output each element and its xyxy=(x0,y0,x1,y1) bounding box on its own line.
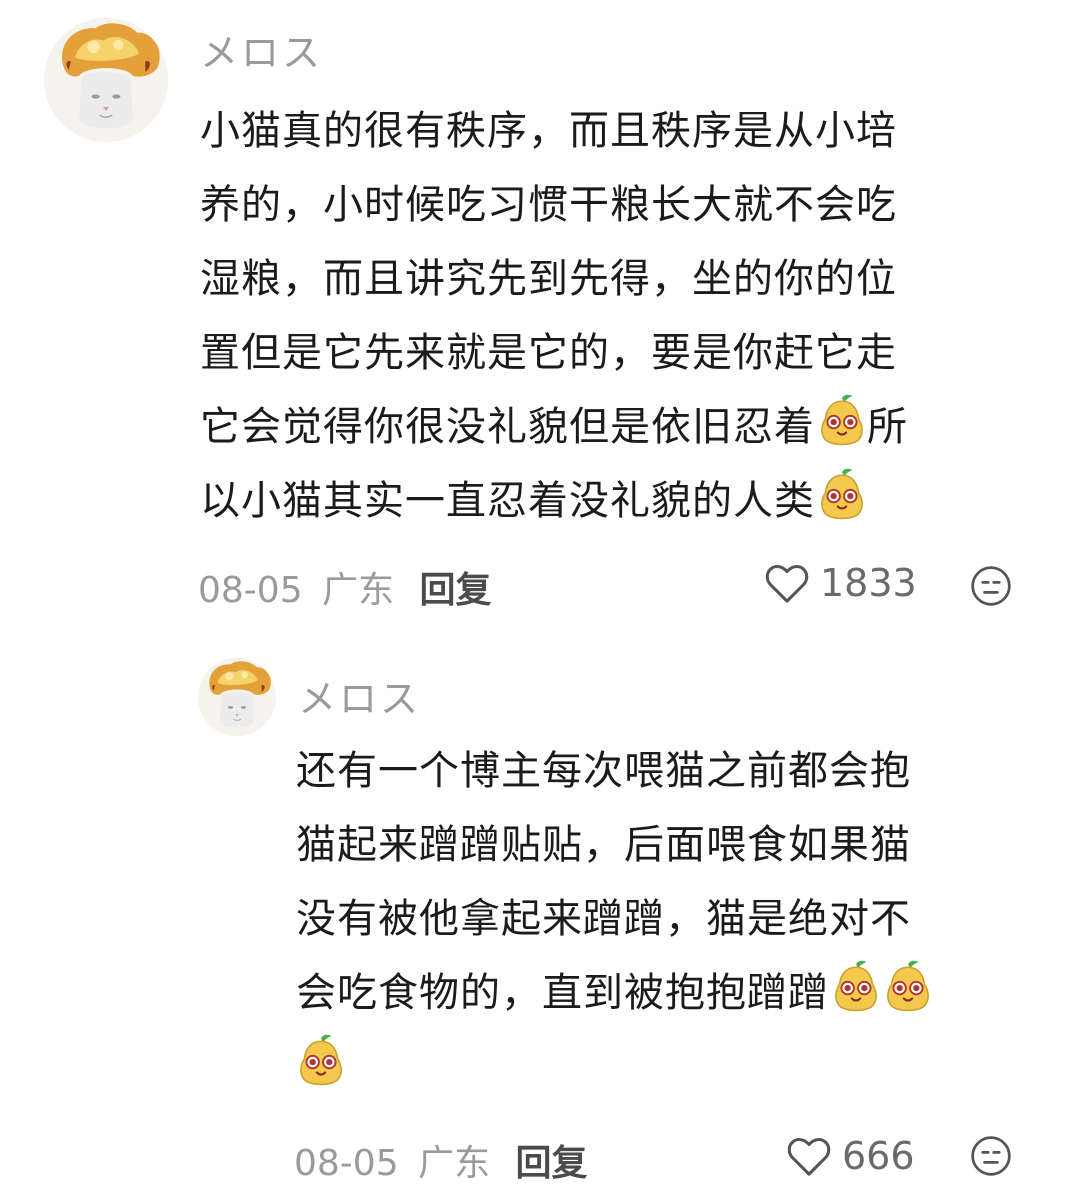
comment-date: 08-05 xyxy=(294,1143,399,1184)
heart-outline-icon xyxy=(765,565,809,603)
comment-line: 猫起来蹭蹭贴贴，后面喂食如果猫 xyxy=(296,822,911,868)
comment-line: 置但是它先来就是它的，要是你赶它走 xyxy=(200,330,897,376)
comment-text: 小猫真的很有秩序，而且秩序是从小培 养的，小时候吃习惯干粮长大就不会吃 湿粮，而… xyxy=(200,94,908,538)
pear-face-emoji xyxy=(817,394,867,446)
comment-line-text: 所 xyxy=(867,404,908,450)
cat-avatar-image xyxy=(44,18,168,142)
comment-line: 它会觉得你很没礼貌但是依旧忍着 所 xyxy=(200,390,908,464)
reply-button[interactable]: 回复 xyxy=(420,570,492,611)
reply-button[interactable]: 回复 xyxy=(516,1143,588,1184)
comment-meta: 08-05 广东 回复 xyxy=(198,561,492,613)
comment-date: 08-05 xyxy=(198,570,303,611)
username[interactable]: メロス xyxy=(200,22,323,77)
pear-face-emoji xyxy=(883,960,933,1012)
comment-line-text: 以小猫其实一直忍着没礼貌的人类 xyxy=(200,478,815,524)
like-button[interactable]: 666 xyxy=(786,1134,915,1178)
pear-face-emoji xyxy=(831,960,881,1012)
pear-face-emoji xyxy=(817,468,867,520)
comment-meta: 08-05 广东 回复 xyxy=(294,1134,588,1186)
dislike-button[interactable] xyxy=(969,1134,1013,1182)
cat-avatar-image xyxy=(198,658,276,736)
comment-text: 还有一个博主每次喂猫之前都会抱 猫起来蹭蹭贴贴，后面喂食如果猫 没有被他拿起来蹭… xyxy=(296,734,933,1104)
avatar[interactable] xyxy=(198,658,276,736)
like-count: 666 xyxy=(842,1134,915,1178)
comment-line: 湿粮，而且讲究先到先得，坐的你的位 xyxy=(200,256,897,302)
comment-line: 以小猫其实一直忍着没礼貌的人类 xyxy=(200,464,908,538)
comment-line: 养的，小时候吃习惯干粮长大就不会吃 xyxy=(200,182,897,228)
username[interactable]: メロス xyxy=(298,668,421,723)
comment-location: 广东 xyxy=(322,570,395,611)
comment-line-text: 会吃食物的，直到被抱抱蹭蹭 xyxy=(296,970,829,1016)
comment-line-text: 它会觉得你很没礼貌但是依旧忍着 xyxy=(200,404,815,450)
pear-face-emoji xyxy=(296,1034,346,1086)
comment-line: 还有一个博主每次喂猫之前都会抱 xyxy=(296,748,911,794)
avatar[interactable] xyxy=(44,18,168,142)
comment-line: 没有被他拿起来蹭蹭，猫是绝对不 xyxy=(296,896,911,942)
comment-line xyxy=(296,1030,933,1104)
neutral-face-icon xyxy=(971,1136,1011,1176)
neutral-face-icon xyxy=(971,566,1011,606)
comment-line: 小猫真的很有秩序，而且秩序是从小培 xyxy=(200,108,897,154)
dislike-button[interactable] xyxy=(969,564,1013,612)
like-button[interactable]: 1833 xyxy=(764,561,917,605)
comment-location: 广东 xyxy=(418,1143,491,1184)
like-count: 1833 xyxy=(820,561,917,605)
comment-line: 会吃食物的，直到被抱抱蹭蹭 xyxy=(296,956,933,1030)
heart-outline-icon xyxy=(787,1138,831,1176)
